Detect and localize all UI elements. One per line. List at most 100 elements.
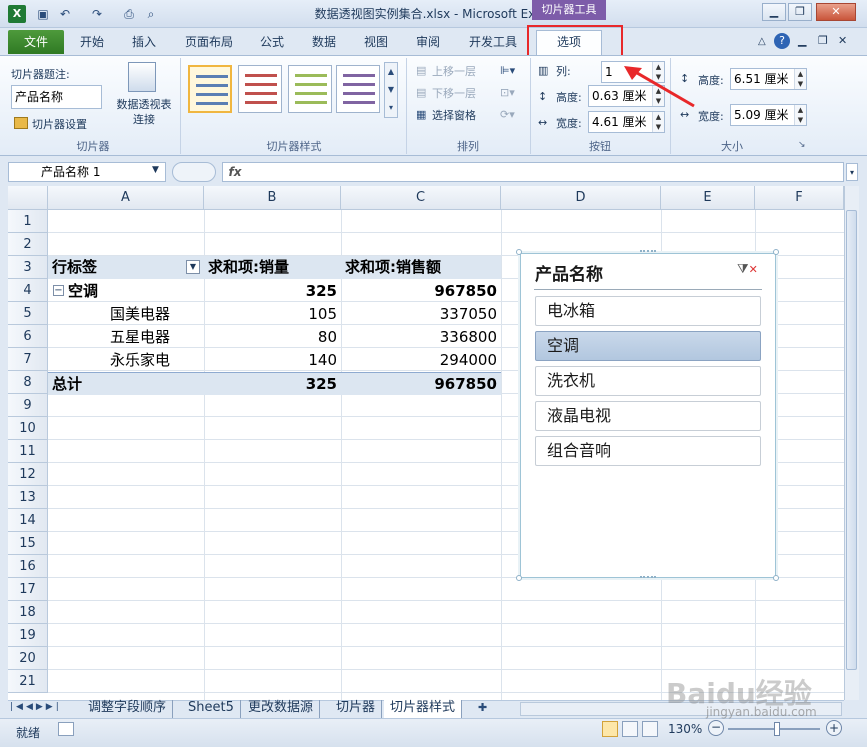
- resize-handle[interactable]: [773, 249, 779, 255]
- pivot-connections-button[interactable]: 数据透视表连接: [112, 97, 176, 127]
- zoom-slider-thumb[interactable]: [774, 722, 780, 736]
- resize-handle[interactable]: [516, 575, 522, 581]
- row-header[interactable]: 21: [8, 670, 48, 693]
- sheet-tab[interactable]: 调整字段顺序: [82, 700, 174, 718]
- tab-review[interactable]: 审阅: [406, 33, 450, 53]
- tab-developer[interactable]: 开发工具: [460, 33, 526, 53]
- pivot-group-label[interactable]: 空调: [68, 280, 204, 303]
- name-box-dropdown-icon[interactable]: ▼: [152, 165, 159, 175]
- row-header[interactable]: 13: [8, 486, 48, 509]
- row-header[interactable]: 6: [8, 325, 48, 348]
- pivot-detail-label[interactable]: 五星电器: [110, 326, 204, 349]
- resize-handle[interactable]: [516, 249, 522, 255]
- selection-pane-button[interactable]: 选择窗格: [432, 107, 476, 123]
- pivot-header-qty[interactable]: 求和项:销量: [204, 256, 341, 279]
- slicer-style-swatch-1[interactable]: [188, 65, 232, 113]
- pivot-total-qty[interactable]: 325: [204, 372, 341, 395]
- row-header[interactable]: 16: [8, 555, 48, 578]
- spinner-arrows[interactable]: ▲ ▼: [794, 69, 806, 89]
- resize-handle[interactable]: [773, 575, 779, 581]
- size-dialog-launcher-icon[interactable]: ↘: [798, 140, 806, 150]
- bring-forward-button[interactable]: 上移一层: [432, 63, 476, 79]
- slicer-item[interactable]: 液晶电视: [535, 401, 761, 431]
- clear-filter-icon[interactable]: ⧩✕: [737, 262, 758, 277]
- slicer-style-swatch-2[interactable]: [238, 65, 282, 113]
- pivot-detail-label[interactable]: 国美电器: [110, 303, 204, 326]
- pivot-header-row-labels[interactable]: 行标签: [48, 256, 204, 279]
- row-header[interactable]: 1: [8, 210, 48, 233]
- page-break-view-icon[interactable]: [642, 721, 658, 737]
- slicer-item[interactable]: 洗衣机: [535, 366, 761, 396]
- column-header-F[interactable]: F: [755, 186, 844, 210]
- pivot-detail-sales[interactable]: 294000: [341, 349, 501, 372]
- insert-function-button[interactable]: fx: [225, 162, 245, 182]
- pivot-detail-qty[interactable]: 80: [204, 326, 341, 349]
- sheet-nav-arrows[interactable]: |◀◀▶▶|: [10, 702, 62, 712]
- pivot-detail-label[interactable]: 永乐家电: [110, 349, 204, 372]
- sheet-tab-active[interactable]: 切片器样式: [384, 700, 463, 718]
- slicer-style-swatch-4[interactable]: [336, 65, 380, 113]
- row-header[interactable]: 19: [8, 624, 48, 647]
- button-width-spinner[interactable]: 4.61 厘米 ▲ ▼: [588, 111, 665, 133]
- pivot-group-sales[interactable]: 967850: [341, 280, 501, 303]
- sheet-tab[interactable]: 切片器: [330, 700, 383, 718]
- column-header-D[interactable]: D: [501, 186, 661, 210]
- pivot-detail-sales[interactable]: 336800: [341, 326, 501, 349]
- row-header[interactable]: 18: [8, 601, 48, 624]
- insert-sheet-icon[interactable]: ✚: [478, 701, 487, 714]
- pivot-header-sales[interactable]: 求和项:销售额: [341, 256, 501, 279]
- row-header[interactable]: 7: [8, 348, 48, 371]
- slicer-item[interactable]: 电冰箱: [535, 296, 761, 326]
- workbook-close-icon[interactable]: ✕: [838, 34, 847, 47]
- pivot-connections-icon[interactable]: [128, 62, 156, 92]
- row-header[interactable]: 10: [8, 417, 48, 440]
- formula-input[interactable]: [222, 162, 844, 182]
- row-header[interactable]: 9: [8, 394, 48, 417]
- restore-button[interactable]: ❐: [788, 3, 812, 21]
- pivot-total-sales[interactable]: 967850: [341, 372, 501, 395]
- row-header[interactable]: 5: [8, 302, 48, 325]
- tab-data[interactable]: 数据: [302, 33, 346, 53]
- tab-view[interactable]: 视图: [354, 33, 398, 53]
- row-header[interactable]: 14: [8, 509, 48, 532]
- slicer-settings-icon[interactable]: [14, 117, 28, 129]
- pivot-detail-qty[interactable]: 105: [204, 303, 341, 326]
- send-backward-button[interactable]: 下移一层: [432, 85, 476, 101]
- zoom-out-icon[interactable]: −: [708, 720, 724, 736]
- row-header[interactable]: 11: [8, 440, 48, 463]
- select-all-corner[interactable]: [8, 186, 48, 210]
- tab-formulas[interactable]: 公式: [250, 33, 294, 53]
- column-header-E[interactable]: E: [661, 186, 755, 210]
- zoom-level[interactable]: 130%: [668, 722, 702, 736]
- pivot-group-qty[interactable]: 325: [204, 280, 341, 303]
- resize-handle[interactable]: [640, 250, 656, 254]
- help-icon[interactable]: ?: [774, 33, 790, 49]
- row-header[interactable]: 8: [8, 371, 48, 394]
- row-header[interactable]: 3: [8, 256, 48, 279]
- expand-formula-bar-icon[interactable]: ▾: [846, 163, 858, 181]
- row-header[interactable]: 4: [8, 279, 48, 302]
- slicer-settings-button[interactable]: 切片器设置: [32, 116, 87, 132]
- group-objects-icon[interactable]: ⊡▾: [500, 86, 515, 99]
- vertical-scroll-thumb[interactable]: [846, 210, 857, 670]
- pivot-detail-sales[interactable]: 337050: [341, 303, 501, 326]
- row-header[interactable]: 2: [8, 233, 48, 256]
- tab-page-layout[interactable]: 页面布局: [176, 33, 242, 53]
- row-header[interactable]: 15: [8, 532, 48, 555]
- slicer-style-swatch-3[interactable]: [288, 65, 332, 113]
- slicer-item-selected[interactable]: 空调: [535, 331, 761, 361]
- slicer-caption-input[interactable]: 产品名称: [11, 85, 102, 109]
- spinner-arrows[interactable]: ▲ ▼: [652, 112, 664, 132]
- resize-handle[interactable]: [640, 576, 656, 580]
- name-box[interactable]: 产品名称 1: [8, 162, 166, 182]
- align-icon[interactable]: ⊫▾: [500, 64, 515, 77]
- tab-home[interactable]: 开始: [70, 33, 114, 53]
- rotate-icon[interactable]: ⟳▾: [500, 108, 515, 121]
- column-header-B[interactable]: B: [204, 186, 341, 210]
- formula-bar-divider-handle[interactable]: [172, 162, 216, 182]
- slicer-item[interactable]: 组合音响: [535, 436, 761, 466]
- row-header[interactable]: 20: [8, 647, 48, 670]
- collapse-ribbon-icon[interactable]: △: [758, 36, 766, 47]
- column-header-A[interactable]: A: [48, 186, 204, 210]
- tab-insert[interactable]: 插入: [122, 33, 166, 53]
